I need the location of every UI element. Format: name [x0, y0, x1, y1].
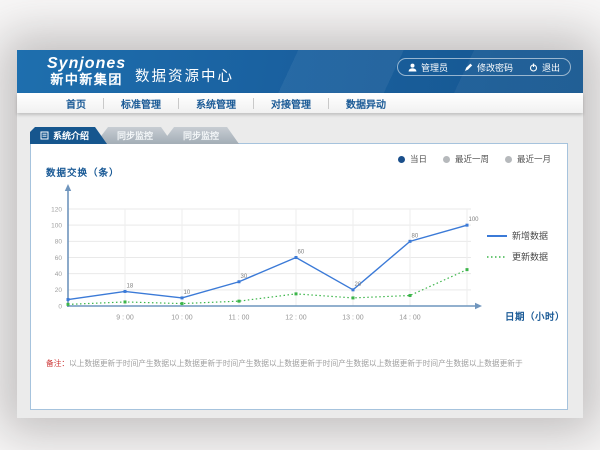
logo-en: Synjones [47, 55, 126, 73]
svg-text:9 : 00: 9 : 00 [116, 315, 134, 322]
svg-text:30: 30 [241, 274, 248, 280]
footnote-label: 备注： [46, 359, 69, 368]
user-menu-label: 退出 [542, 61, 560, 74]
logo: Synjones 新中新集团 [47, 55, 126, 88]
svg-text:日期（小时）: 日期（小时） [505, 311, 565, 323]
tab-1[interactable]: 同步监控 [95, 127, 173, 144]
svg-text:100: 100 [469, 217, 480, 223]
tab-0[interactable]: 系统介绍 [30, 127, 107, 144]
doc-icon [40, 131, 49, 140]
svg-text:12 : 00: 12 : 00 [285, 315, 307, 322]
svg-text:120: 120 [51, 206, 62, 213]
main-nav: 首页标准管理系统管理对接管理数据异动 [17, 93, 583, 113]
nav-item-2[interactable]: 系统管理 [179, 96, 253, 111]
svg-text:新增数据: 新增数据 [512, 230, 548, 241]
tab-label: 同步监控 [117, 129, 153, 142]
nav-item-3[interactable]: 对接管理 [254, 96, 328, 111]
chart-panel: 当日最近一周最近一月 数据交换（条） 0204060801001209 : 00… [30, 143, 568, 410]
user-menu-label: 修改密码 [477, 61, 513, 74]
svg-text:13 : 00: 13 : 00 [342, 315, 364, 322]
svg-text:20: 20 [355, 282, 362, 288]
tab-label: 系统介绍 [53, 129, 89, 142]
svg-text:更新数据: 更新数据 [512, 251, 548, 262]
svg-text:18: 18 [127, 283, 134, 289]
user-menu-power[interactable]: 退出 [521, 61, 568, 74]
nav-item-0[interactable]: 首页 [49, 96, 103, 111]
svg-text:0: 0 [58, 303, 62, 310]
app-window: Synjones 新中新集团 数据资源中心 管理员修改密码退出 首页标准管理系统… [17, 50, 583, 418]
line-chart: 0 20 40 60 80 100 120 9 : 00 10 : 00 11 : 00 12 : … [31, 144, 569, 411]
svg-text:10: 10 [184, 290, 191, 296]
nav-item-1[interactable]: 标准管理 [104, 96, 178, 111]
nav-item-4[interactable]: 数据异动 [329, 96, 403, 111]
content-area: 系统介绍同步监控同步监控 当日最近一周最近一月 数据交换（条） 02040608… [17, 113, 583, 418]
svg-text:80: 80 [55, 239, 63, 246]
user-menu: 管理员 修改密码 退出 [397, 58, 571, 76]
logo-cn: 新中新集团 [47, 73, 126, 88]
svg-text:80: 80 [412, 233, 419, 239]
svg-text:10 : 00: 10 : 00 [171, 315, 193, 322]
app-header: Synjones 新中新集团 数据资源中心 管理员 修改密码 退出 [17, 50, 583, 93]
svg-text:60: 60 [55, 255, 63, 262]
edit-icon [464, 63, 473, 72]
svg-text:40: 40 [55, 271, 63, 278]
tab-2[interactable]: 同步监控 [161, 127, 239, 144]
footnote-text: 以上数据更新于时间产生数据以上数据更新于时间产生数据以上数据更新于时间产生数据以… [69, 359, 523, 368]
svg-text:100: 100 [51, 222, 62, 229]
svg-text:14 : 00: 14 : 00 [399, 315, 421, 322]
tab-bar: 系统介绍 同步监控 同步监控 [30, 127, 239, 144]
user-menu-edit[interactable]: 修改密码 [456, 61, 521, 74]
user-menu-user[interactable]: 管理员 [400, 61, 456, 74]
power-icon [529, 63, 538, 72]
svg-text:60: 60 [298, 250, 305, 256]
footnote: 备注：以上数据更新于时间产生数据以上数据更新于时间产生数据以上数据更新于时间产生… [46, 358, 523, 369]
tab-label: 同步监控 [183, 129, 219, 142]
user-menu-label: 管理员 [421, 61, 448, 74]
svg-text:11 : 00: 11 : 00 [229, 315, 250, 322]
page-title: 数据资源中心 [135, 65, 234, 86]
svg-text:20: 20 [55, 287, 63, 294]
user-icon [408, 63, 417, 72]
